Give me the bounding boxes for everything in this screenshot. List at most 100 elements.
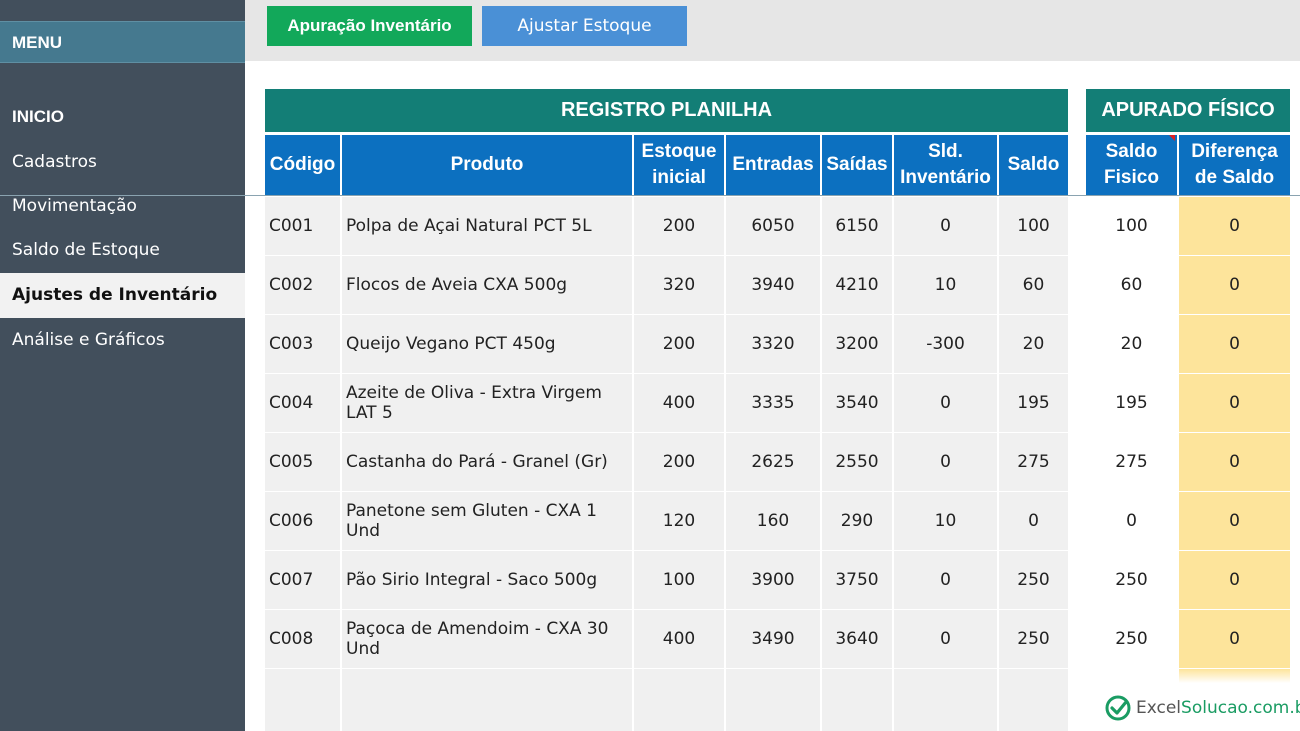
cell-codigo[interactable]: C006 bbox=[265, 492, 340, 550]
cell-diferenca-saldo[interactable]: 0 bbox=[1179, 433, 1290, 491]
cell-saidas[interactable]: 4210 bbox=[822, 256, 892, 314]
cell-saldo-fisico[interactable]: 20 bbox=[1086, 315, 1177, 373]
cell-estoque-inicial[interactable]: 200 bbox=[634, 197, 724, 255]
cell-codigo[interactable]: C001 bbox=[265, 197, 340, 255]
cell-saldo[interactable]: 250 bbox=[999, 551, 1068, 609]
header-saidas: Saídas bbox=[822, 135, 892, 195]
empty-cell[interactable] bbox=[822, 669, 892, 731]
cell-diferenca-saldo[interactable]: 0 bbox=[1179, 492, 1290, 550]
header-entradas: Entradas bbox=[726, 135, 820, 195]
cell-estoque-inicial[interactable]: 120 bbox=[634, 492, 724, 550]
cell-produto[interactable]: Azeite de Oliva - Extra Virgem LAT 5 bbox=[342, 374, 632, 432]
cell-saldo[interactable]: 20 bbox=[999, 315, 1068, 373]
cell-entradas[interactable]: 3320 bbox=[726, 315, 820, 373]
cell-estoque-inicial[interactable]: 200 bbox=[634, 433, 724, 491]
cell-produto[interactable]: Panetone sem Gluten - CXA 1 Und bbox=[342, 492, 632, 550]
cell-saldo[interactable]: 60 bbox=[999, 256, 1068, 314]
cell-saldo-fisico[interactable]: 60 bbox=[1086, 256, 1177, 314]
cell-saldo-fisico[interactable]: 0 bbox=[1086, 492, 1177, 550]
cell-codigo[interactable]: C004 bbox=[265, 374, 340, 432]
cell-saidas[interactable]: 6150 bbox=[822, 197, 892, 255]
sidebar-item-cadastros[interactable]: Cadastros bbox=[0, 140, 245, 185]
cell-sld-inventario[interactable]: 0 bbox=[894, 374, 997, 432]
cell-saldo[interactable]: 250 bbox=[999, 610, 1068, 668]
cell-codigo[interactable]: C008 bbox=[265, 610, 340, 668]
apurado-fisico-title: APURADO FÍSICO bbox=[1086, 89, 1290, 132]
cell-codigo[interactable]: C007 bbox=[265, 551, 340, 609]
cell-codigo[interactable]: C005 bbox=[265, 433, 340, 491]
cell-entradas[interactable]: 3335 bbox=[726, 374, 820, 432]
cell-diferenca-saldo[interactable]: 0 bbox=[1179, 315, 1290, 373]
cell-saldo[interactable]: 275 bbox=[999, 433, 1068, 491]
cell-sld-inventario[interactable]: 0 bbox=[894, 197, 997, 255]
cell-saldo-fisico[interactable]: 195 bbox=[1086, 374, 1177, 432]
cell-saldo[interactable]: 0 bbox=[999, 492, 1068, 550]
empty-cell[interactable] bbox=[1179, 669, 1290, 683]
empty-cell[interactable] bbox=[342, 669, 632, 731]
excelsolucao-logo: ExcelSolucao.com.br bbox=[1104, 692, 1300, 724]
cell-codigo[interactable]: C003 bbox=[265, 315, 340, 373]
cell-codigo[interactable]: C002 bbox=[265, 256, 340, 314]
empty-cell[interactable] bbox=[265, 669, 340, 731]
sidebar-item-inicio[interactable]: INICIO bbox=[0, 94, 245, 139]
cell-produto[interactable]: Polpa de Açai Natural PCT 5L bbox=[342, 197, 632, 255]
header-codigo: Código bbox=[265, 135, 340, 195]
cell-produto[interactable]: Queijo Vegano PCT 450g bbox=[342, 315, 632, 373]
cell-estoque-inicial[interactable]: 200 bbox=[634, 315, 724, 373]
cell-produto[interactable]: Flocos de Aveia CXA 500g bbox=[342, 256, 632, 314]
cell-diferenca-saldo[interactable]: 0 bbox=[1179, 197, 1290, 255]
cell-diferenca-saldo[interactable]: 0 bbox=[1179, 374, 1290, 432]
empty-cell[interactable] bbox=[726, 669, 820, 731]
cell-estoque-inicial[interactable]: 320 bbox=[634, 256, 724, 314]
cell-saidas[interactable]: 290 bbox=[822, 492, 892, 550]
menu-header: MENU bbox=[0, 21, 245, 63]
cell-saldo-fisico[interactable]: 250 bbox=[1086, 610, 1177, 668]
cell-entradas[interactable]: 3900 bbox=[726, 551, 820, 609]
cell-saldo[interactable]: 195 bbox=[999, 374, 1068, 432]
cell-saidas[interactable]: 3640 bbox=[822, 610, 892, 668]
cell-produto[interactable]: Castanha do Pará - Granel (Gr) bbox=[342, 433, 632, 491]
sidebar-item-saldo-estoque[interactable]: Saldo de Estoque bbox=[0, 228, 245, 273]
cell-diferenca-saldo[interactable]: 0 bbox=[1179, 256, 1290, 314]
header-saldo-fisico: Saldo Fisico bbox=[1086, 135, 1177, 195]
cell-sld-inventario[interactable]: 10 bbox=[894, 256, 997, 314]
row-divider bbox=[0, 195, 1300, 196]
sidebar-item-analise-graficos[interactable]: Análise e Gráficos bbox=[0, 318, 245, 363]
sidebar-item-movimentacao[interactable]: Movimentação bbox=[0, 184, 245, 229]
cell-estoque-inicial[interactable]: 100 bbox=[634, 551, 724, 609]
cell-saldo-fisico[interactable]: 275 bbox=[1086, 433, 1177, 491]
header-saldo: Saldo bbox=[999, 135, 1068, 195]
sidebar-item-ajustes-inventario[interactable]: Ajustes de Inventário bbox=[0, 273, 245, 318]
apuracao-inventario-button[interactable]: Apuração Inventário bbox=[267, 6, 472, 46]
cell-estoque-inicial[interactable]: 400 bbox=[634, 374, 724, 432]
cell-sld-inventario[interactable]: 0 bbox=[894, 433, 997, 491]
cell-saldo-fisico[interactable]: 100 bbox=[1086, 197, 1177, 255]
cell-sld-inventario[interactable]: -300 bbox=[894, 315, 997, 373]
cell-sld-inventario[interactable]: 0 bbox=[894, 610, 997, 668]
cell-saldo-fisico[interactable]: 250 bbox=[1086, 551, 1177, 609]
header-estoque-inicial: Estoque inicial bbox=[634, 135, 724, 195]
cell-saidas[interactable]: 3540 bbox=[822, 374, 892, 432]
cell-diferenca-saldo[interactable]: 0 bbox=[1179, 551, 1290, 609]
cell-entradas[interactable]: 2625 bbox=[726, 433, 820, 491]
ajustar-estoque-button[interactable]: Ajustar Estoque bbox=[482, 6, 687, 46]
cell-produto[interactable]: Pão Sirio Integral - Saco 500g bbox=[342, 551, 632, 609]
cell-sld-inventario[interactable]: 0 bbox=[894, 551, 997, 609]
header-diferenca-saldo: Diferença de Saldo bbox=[1179, 135, 1290, 195]
cell-estoque-inicial[interactable]: 400 bbox=[634, 610, 724, 668]
empty-cell[interactable] bbox=[999, 669, 1068, 731]
cell-entradas[interactable]: 3940 bbox=[726, 256, 820, 314]
header-produto: Produto bbox=[342, 135, 632, 195]
cell-entradas[interactable]: 160 bbox=[726, 492, 820, 550]
cell-saidas[interactable]: 3200 bbox=[822, 315, 892, 373]
cell-saidas[interactable]: 2550 bbox=[822, 433, 892, 491]
cell-saidas[interactable]: 3750 bbox=[822, 551, 892, 609]
cell-entradas[interactable]: 6050 bbox=[726, 197, 820, 255]
cell-entradas[interactable]: 3490 bbox=[726, 610, 820, 668]
empty-cell[interactable] bbox=[634, 669, 724, 731]
cell-produto[interactable]: Paçoca de Amendoim - CXA 30 Und bbox=[342, 610, 632, 668]
cell-sld-inventario[interactable]: 10 bbox=[894, 492, 997, 550]
cell-saldo[interactable]: 100 bbox=[999, 197, 1068, 255]
empty-cell[interactable] bbox=[894, 669, 997, 731]
cell-diferenca-saldo[interactable]: 0 bbox=[1179, 610, 1290, 668]
